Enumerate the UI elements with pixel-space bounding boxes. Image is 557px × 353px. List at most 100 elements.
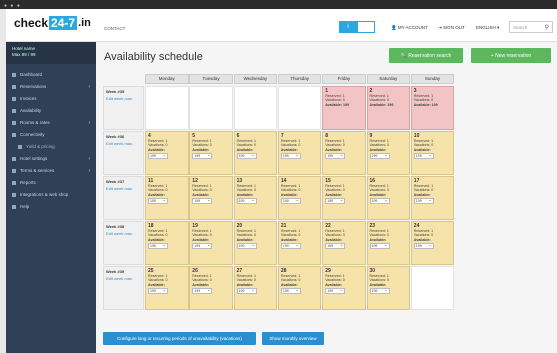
available-count: Available: 199 (369, 102, 394, 107)
sidebar-item-2[interactable]: Invoices (6, 93, 96, 104)
day-cell[interactable]: 22 Reserved: 1 Vacations: 0 Available: 199 (322, 221, 366, 265)
availability-select[interactable]: 199 (280, 152, 301, 159)
day-cell[interactable]: 16 Reserved: 1 Vacations: 0 Available: 199 (366, 176, 410, 220)
view-toggle: i (339, 21, 375, 33)
availability-select[interactable]: 199 (369, 197, 390, 204)
day-cell[interactable]: 6 Reserved: 1 Vacations: 0 Available: 199 (233, 131, 278, 175)
logo-text-mid: 24-7 (49, 15, 78, 30)
sign-out-link[interactable]: ⇥ SIGN OUT (438, 25, 465, 31)
day-cell[interactable]: 18 Reserved: 1 Vacations: 0 Available: 199 (145, 221, 189, 265)
day-cell[interactable]: 5 Reserved: 1 Vacations: 0 Available: 199 (189, 131, 233, 175)
day-cell[interactable]: 10 Reserved: 1 Vacations: 0 Available: 199 (410, 131, 455, 175)
day-cell[interactable]: 8 Reserved: 1 Vacations: 0 Available: 199 (322, 131, 366, 175)
hotel-capacity: Max 99 / 99 (12, 52, 36, 57)
day-cell[interactable]: 14 Reserved: 1 Vacations: 0 Available: 199 (277, 176, 322, 220)
day-cell[interactable]: 20 Reserved: 1 Vacations: 0 Available: 199 (233, 221, 278, 265)
app-logo[interactable]: check 24-7 .in (14, 15, 91, 30)
day-cell[interactable]: 24 Reserved: 1 Vacations: 0 Available: 199 (410, 221, 455, 265)
availability-select[interactable]: 199 (192, 197, 213, 204)
availability-select[interactable]: 199 (192, 152, 213, 159)
availability-select[interactable]: 199 (325, 197, 346, 204)
contact-link[interactable]: CONTACT (104, 26, 125, 31)
search-icon[interactable]: ⚲ (545, 24, 549, 31)
sidebar-item-4[interactable]: Rooms & rates › (6, 117, 96, 128)
day-cell[interactable]: 3 Reserved: 1 Vacations: 0 Available: 199 (410, 86, 455, 130)
monthly-overview-button[interactable]: Show monthly overview (262, 332, 324, 345)
availability-select[interactable]: 199 (325, 152, 346, 159)
sidebar-item-label: Availability (20, 108, 42, 113)
availability-select[interactable]: 199 (148, 197, 168, 204)
day-cell[interactable]: 4 Reserved: 1 Vacations: 0 Available: 199 (145, 131, 189, 175)
day-header: Tuesday (189, 74, 233, 84)
day-cell[interactable]: 1 Reserved: 1 Vacations: 0 Available: 199 (322, 86, 366, 130)
day-cell[interactable]: 23 Reserved: 1 Vacations: 0 Available: 199 (366, 221, 410, 265)
availability-select[interactable]: 199 (369, 242, 390, 249)
my-account-link[interactable]: 👤 MY ACCOUNT (391, 25, 428, 31)
day-cell[interactable]: 26 Reserved: 1 Vacations: 0 Available: 199 (189, 266, 233, 310)
availability-select[interactable]: 199 (192, 287, 213, 294)
availability-select[interactable]: 199 (413, 197, 434, 204)
search-placeholder: Search (513, 25, 528, 30)
availability-select[interactable]: 199 (236, 152, 257, 159)
availability-select[interactable]: 199 (369, 152, 390, 159)
day-cell[interactable]: 27 Reserved: 1 Vacations: 0 Available: 199 (233, 266, 278, 310)
language-selector[interactable]: ENGLISH ▾ (476, 25, 499, 31)
sidebar-item-3[interactable]: Availability (6, 105, 96, 116)
edit-week-link[interactable]: Edit week max. (106, 96, 141, 101)
sidebar-item-icon (12, 84, 16, 89)
day-cell[interactable]: 7 Reserved: 1 Vacations: 0 Available: 199 (277, 131, 322, 175)
available-label: Available: (280, 282, 298, 287)
availability-select[interactable]: 199 (236, 197, 257, 204)
day-cell[interactable]: 15 Reserved: 1 Vacations: 0 Available: 199 (322, 176, 366, 220)
edit-week-link[interactable]: Edit week max. (106, 276, 141, 281)
info-toggle-button[interactable]: i (339, 21, 357, 33)
availability-select[interactable]: 199 (280, 287, 301, 294)
sidebar-item-icon (12, 180, 16, 185)
new-reservation-button[interactable]: + New reservation (471, 48, 551, 63)
availability-select[interactable]: 199 (236, 287, 257, 294)
sidebar-item-10[interactable]: Integrations & web shop (6, 189, 96, 200)
availability-select[interactable]: 199 (280, 197, 301, 204)
sidebar-item-0[interactable]: Dashboard (6, 69, 96, 80)
day-cell[interactable]: 9 Reserved: 1 Vacations: 0 Available: 199 (366, 131, 410, 175)
sidebar-item-label: Terms & services (20, 168, 55, 173)
availability-select[interactable]: 199 (413, 242, 434, 249)
availability-select[interactable]: 199 (369, 287, 390, 294)
day-cell[interactable]: 11 Reserved: 1 Vacations: 0 Available: 199 (145, 176, 189, 220)
sidebar-item-7[interactable]: Hotel settings › (6, 153, 96, 164)
availability-select[interactable]: 199 (325, 242, 346, 249)
sidebar-item-6[interactable]: Yield & pricing (6, 141, 96, 152)
day-cell[interactable]: 30 Reserved: 1 Vacations: 0 Available: 199 (366, 266, 410, 310)
day-cell[interactable]: 17 Reserved: 1 Vacations: 0 Available: 199 (410, 176, 455, 220)
sidebar-item-icon (12, 204, 16, 209)
availability-select[interactable]: 199 (280, 242, 301, 249)
day-cell[interactable]: 29 Reserved: 1 Vacations: 0 Available: 199 (322, 266, 366, 310)
availability-select[interactable]: 199 (148, 287, 168, 294)
availability-select[interactable]: 199 (192, 242, 213, 249)
sidebar-item-8[interactable]: Terms & services › (6, 165, 96, 176)
day-cell[interactable]: 25 Reserved: 1 Vacations: 0 Available: 199 (145, 266, 189, 310)
day-cell[interactable]: 2 Reserved: 1 Vacations: 0 Available: 199 (366, 86, 410, 130)
edit-week-link[interactable]: Edit week max. (106, 141, 141, 146)
day-cell[interactable]: 12 Reserved: 1 Vacations: 0 Available: 199 (189, 176, 233, 220)
edit-week-link[interactable]: Edit week max. (106, 231, 141, 236)
day-cell[interactable]: 21 Reserved: 1 Vacations: 0 Available: 199 (277, 221, 322, 265)
sidebar-item-5[interactable]: Connectivity (6, 129, 96, 140)
day-cell[interactable]: 28 Reserved: 1 Vacations: 0 Available: 199 (277, 266, 322, 310)
availability-select[interactable]: 199 (413, 152, 434, 159)
sidebar-item-1[interactable]: Reservations › (6, 81, 96, 92)
availability-select[interactable]: 199 (148, 152, 168, 159)
configure-vacations-button[interactable]: Configure long or recurring periods of u… (103, 332, 256, 345)
alt-toggle-button[interactable] (357, 21, 375, 33)
reservation-search-button[interactable]: 🔍 Reservation search (389, 48, 463, 63)
day-cell[interactable]: 19 Reserved: 1 Vacations: 0 Available: 199 (189, 221, 233, 265)
edit-week-link[interactable]: Edit week max. (106, 186, 141, 191)
availability-select[interactable]: 199 (236, 242, 257, 249)
day-cell[interactable]: 13 Reserved: 1 Vacations: 0 Available: 199 (233, 176, 278, 220)
availability-select[interactable]: 199 (148, 242, 168, 249)
sidebar-item-9[interactable]: Reports (6, 177, 96, 188)
sidebar-item-11[interactable]: Help (6, 201, 96, 212)
availability-select[interactable]: 199 (325, 287, 346, 294)
empty-day-cell (277, 86, 322, 130)
search-input[interactable]: Search ⚲ (509, 21, 553, 33)
